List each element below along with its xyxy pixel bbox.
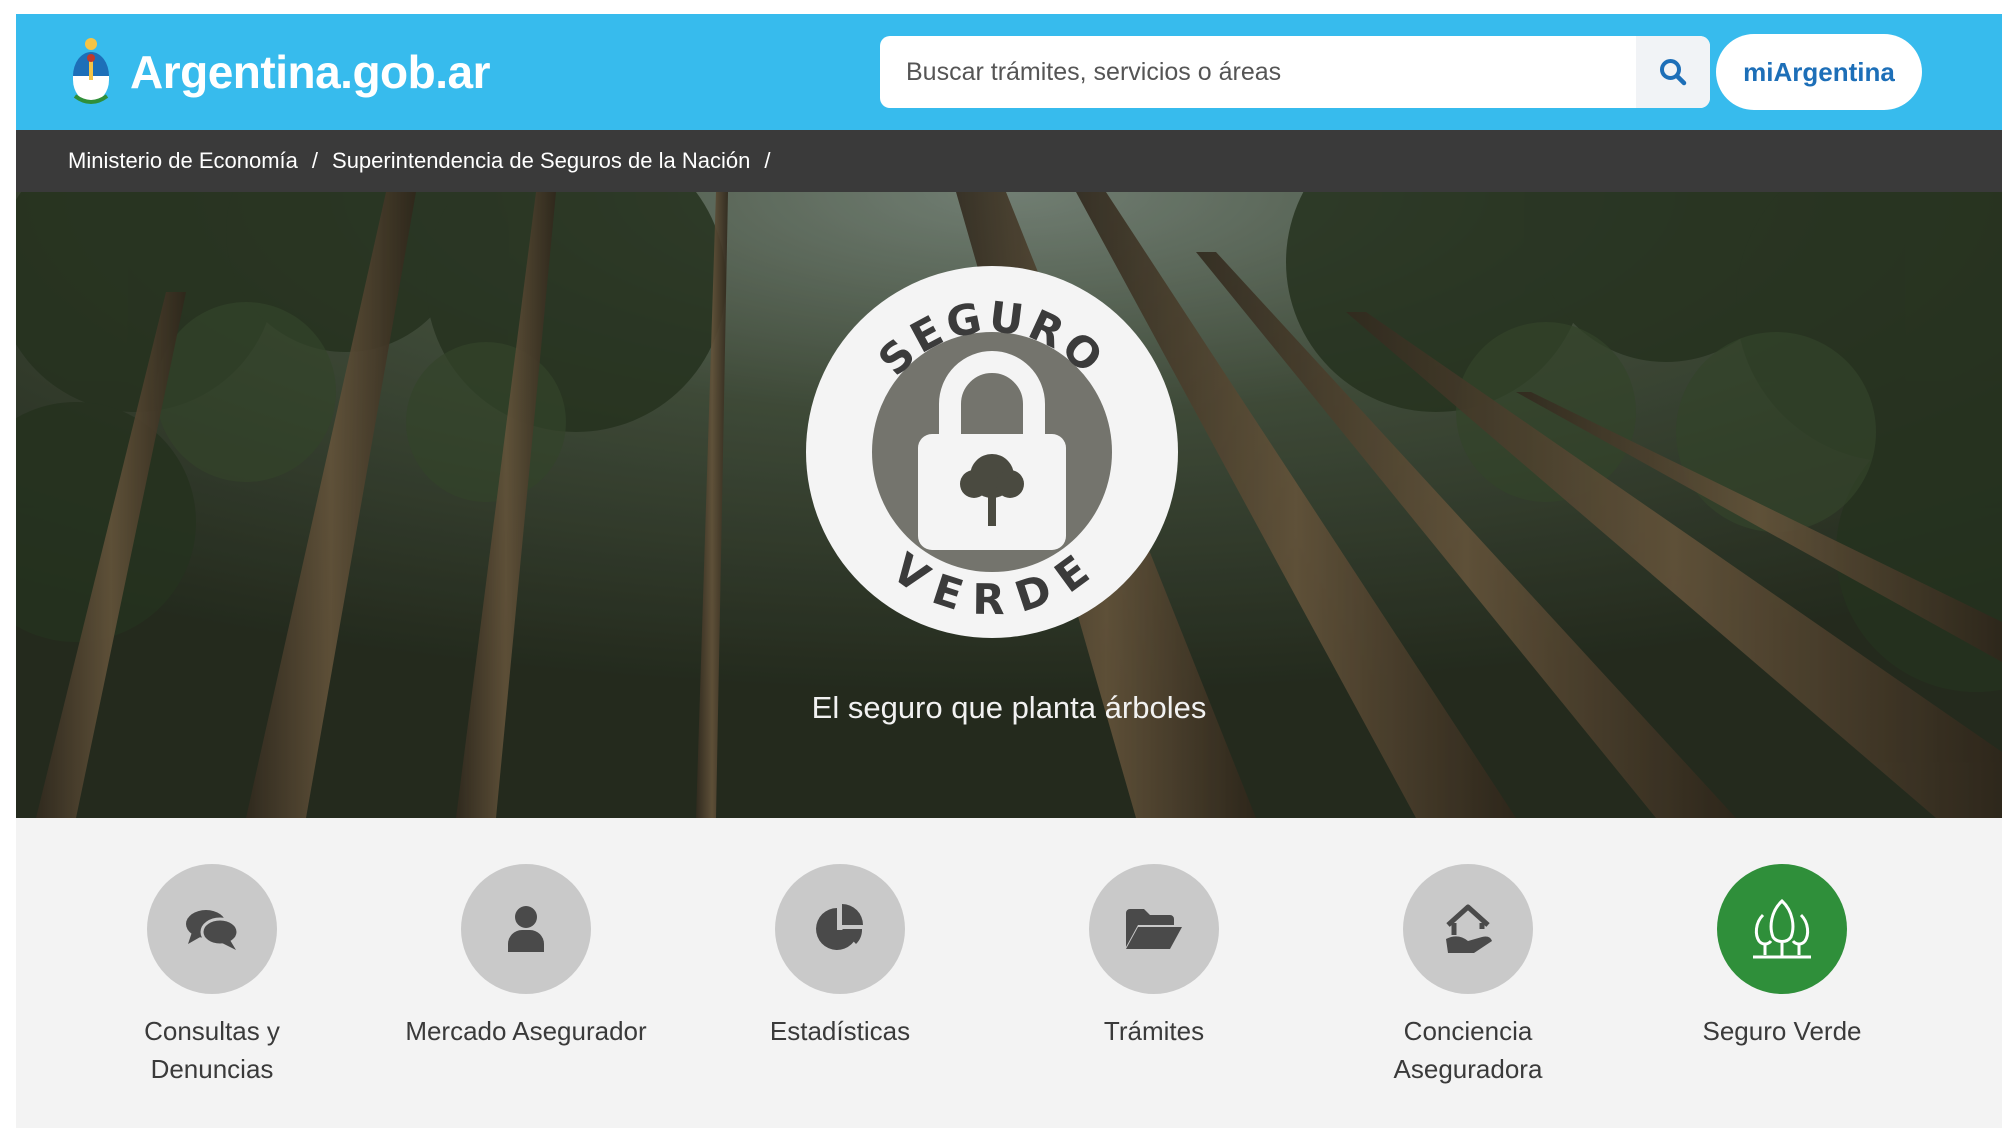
quick-link-label: Seguro Verde [1702,1016,1862,1046]
quick-link-conciencia[interactable]: Conciencia Aseguradora [1338,864,1598,1088]
breadcrumb: Ministerio de Economía / Superintendenci… [16,130,2002,192]
breadcrumb-separator: / [311,148,319,173]
quick-link-circle [147,864,277,994]
page: Argentina.gob.ar miArgentina Ministerio … [16,14,2002,1128]
search-bar [880,36,1710,108]
breadcrumb-link-superintendencia[interactable]: Superintendencia de Seguros de la Nación [332,148,750,174]
quick-link-seguro-verde[interactable]: Seguro Verde [1652,864,1912,1050]
hero-banner: SEGURO VERDE El seguro que planta árbole… [16,192,2002,818]
quick-link-label: Mercado Asegurador [405,1016,647,1046]
quick-link-consultas[interactable]: Consultas y Denuncias [82,864,342,1088]
home-logo-link[interactable]: Argentina.gob.ar [66,32,491,112]
top-header: Argentina.gob.ar miArgentina [16,14,2002,130]
user-icon [508,906,544,952]
pie-chart-icon [816,904,863,950]
quick-link-label: Conciencia Aseguradora [1393,1016,1543,1084]
brand-name: Argentina.gob.ar [130,46,491,98]
breadcrumb-link-ministerio[interactable]: Ministerio de Economía [68,148,298,174]
quick-link-circle [775,864,905,994]
quick-link-tramites[interactable]: Trámites [1024,864,1284,1050]
folder-open-icon [1126,909,1182,949]
breadcrumb-separator: / [764,148,771,173]
coat-of-arms-icon [73,38,109,104]
quick-link-mercado[interactable]: Mercado Asegurador [396,864,656,1050]
search-input[interactable] [880,36,1636,108]
quick-link-estadisticas[interactable]: Estadísticas [710,864,970,1050]
quick-links: Consultas y Denuncias Mercado Asegurador… [16,818,2002,1128]
search-icon [1660,59,1687,86]
quick-link-circle [1403,864,1533,994]
search-button[interactable] [1636,36,1710,108]
quick-link-circle [461,864,591,994]
quick-link-circle [1089,864,1219,994]
house-hand-icon [1446,904,1492,953]
seguro-verde-badge-logo: SEGURO VERDE [806,266,1178,638]
hero-caption: El seguro que planta árboles [811,690,1207,725]
quick-link-label: Estadísticas [769,1016,911,1046]
login-button[interactable]: miArgentina [1716,34,1922,110]
trees-icon [1753,898,1811,959]
chat-icon [186,910,240,950]
quick-link-label: Trámites [1103,1016,1205,1046]
quick-link-label: Consultas y Denuncias [144,1016,280,1084]
quick-link-circle-active [1717,864,1847,994]
